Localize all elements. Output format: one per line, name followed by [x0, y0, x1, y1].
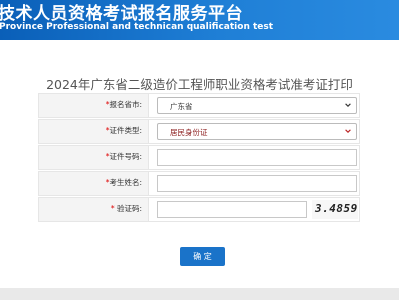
label-cell: *报名省市:: [39, 94, 149, 117]
captcha-image[interactable]: 3.4859: [312, 200, 358, 219]
site-title: 技术人员资格考试报名服务平台: [0, 4, 243, 24]
id-number-input[interactable]: [157, 149, 357, 166]
captcha-label: * 验证码:: [111, 203, 142, 214]
name-label: *考生姓名:: [106, 177, 142, 188]
city-select[interactable]: 广东省: [157, 97, 357, 114]
id-type-select-value: 居民身份证: [170, 128, 208, 137]
page-title: 2024年广东省二级造价工程师职业资格考试准考证打印: [46, 77, 353, 92]
form-row-captcha: * 验证码: 3.4859: [38, 197, 360, 222]
id-type-label-text: 证件类型:: [109, 126, 142, 135]
captcha-image-text: 3.4859: [315, 202, 358, 215]
required-mark: *: [110, 204, 115, 213]
city-label-text: 报名省市:: [109, 100, 142, 109]
name-label-text: 考生姓名:: [109, 178, 142, 187]
label-cell: *证件类型:: [39, 120, 149, 143]
label-cell: *证件号码:: [39, 146, 149, 169]
footer-bar: [0, 288, 399, 300]
form-row-id-number: *证件号码:: [38, 145, 360, 170]
site-subtitle: Province Professional and technican qual…: [0, 22, 274, 32]
city-label: *报名省市:: [106, 99, 142, 110]
captcha-label-text: 验证码:: [116, 204, 142, 213]
form-row-city: *报名省市: 广东省: [38, 93, 360, 118]
label-cell: *考生姓名:: [39, 172, 149, 195]
chevron-down-icon: [345, 103, 351, 107]
id-type-select[interactable]: 居民身份证: [157, 123, 357, 140]
city-select-value: 广东省: [170, 102, 193, 111]
id-type-label: *证件类型:: [106, 125, 142, 136]
id-number-label: *证件号码:: [106, 151, 142, 162]
captcha-input[interactable]: [157, 201, 307, 218]
label-cell: * 验证码:: [39, 198, 149, 221]
id-number-label-text: 证件号码:: [109, 152, 142, 161]
header-banner: 技术人员资格考试报名服务平台 Province Professional and…: [0, 0, 399, 40]
form-row-id-type: *证件类型: 居民身份证: [38, 119, 360, 144]
submit-button[interactable]: 确 定: [180, 247, 225, 266]
chevron-down-icon: [345, 129, 351, 133]
name-input[interactable]: [157, 175, 357, 192]
form-row-name: *考生姓名:: [38, 171, 360, 196]
